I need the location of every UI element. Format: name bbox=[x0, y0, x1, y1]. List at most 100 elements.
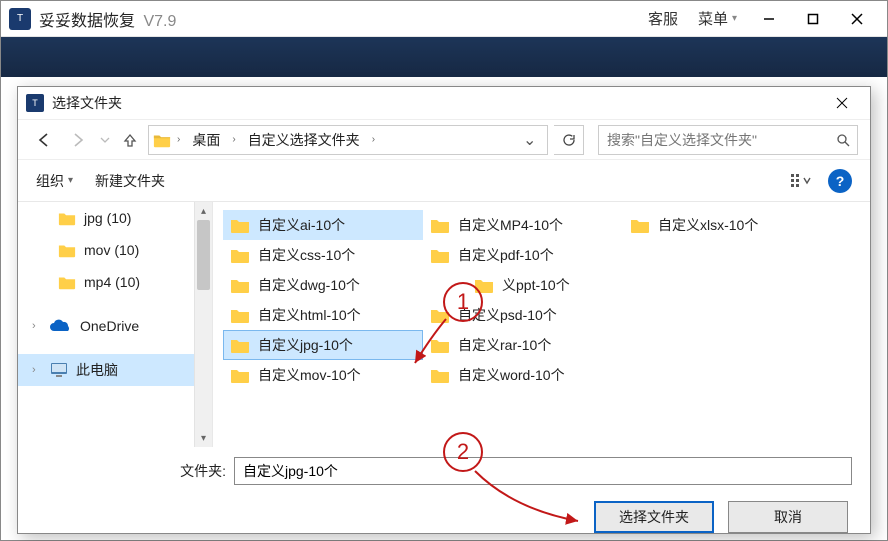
close-button[interactable] bbox=[835, 1, 879, 37]
cancel-label: 取消 bbox=[774, 507, 802, 527]
file-label: 自定义css-10个 bbox=[258, 245, 355, 265]
sidebar-scrollbar[interactable]: ▴ ▾ bbox=[194, 202, 212, 447]
search-box[interactable] bbox=[598, 125, 858, 155]
main-titlebar: T 妥妥数据恢复 V7.9 客服 菜单 ▾ bbox=[1, 1, 887, 37]
chevron-right-icon: › bbox=[175, 134, 182, 145]
nav-back-button[interactable] bbox=[30, 126, 58, 154]
file-label: 自定义mov-10个 bbox=[258, 365, 361, 385]
nav-forward-button[interactable] bbox=[64, 126, 92, 154]
file-label: 自定义word-10个 bbox=[458, 365, 565, 385]
cancel-button[interactable]: 取消 bbox=[728, 501, 848, 533]
folder-field-label: 文件夹: bbox=[36, 461, 226, 481]
dialog-title: 选择文件夹 bbox=[52, 93, 122, 113]
menu-main[interactable]: 菜单 ▾ bbox=[688, 8, 747, 29]
folder-item[interactable]: 自定义MP4-10个 bbox=[423, 210, 623, 240]
tree-item-thispc[interactable]: › 此电脑 bbox=[18, 354, 212, 386]
folder-item[interactable]: 自定义pdf-10个 bbox=[423, 240, 623, 270]
chevron-down-icon: ▾ bbox=[732, 13, 737, 24]
tree-item-mov[interactable]: mov (10) bbox=[18, 234, 212, 266]
app-logo-icon: T bbox=[9, 8, 31, 30]
chevron-right-icon: › bbox=[370, 134, 377, 145]
folder-item[interactable]: 自定义dwg-10个 bbox=[223, 270, 423, 300]
folder-icon bbox=[58, 209, 76, 227]
select-folder-button[interactable]: 选择文件夹 bbox=[594, 501, 714, 533]
file-label: 自定义xlsx-10个 bbox=[658, 215, 758, 235]
view-options-button[interactable] bbox=[784, 168, 818, 194]
dialog-icon: T bbox=[26, 94, 44, 112]
folder-item[interactable]: 自定义html-10个 bbox=[223, 300, 423, 330]
annotation-number: 2 bbox=[457, 439, 469, 465]
file-label: 自定义MP4-10个 bbox=[458, 215, 563, 235]
menu-service-label: 客服 bbox=[648, 8, 678, 29]
app-version: V7.9 bbox=[143, 13, 176, 30]
search-input[interactable] bbox=[599, 132, 829, 148]
folder-icon bbox=[430, 366, 450, 384]
folder-icon bbox=[58, 273, 76, 291]
folder-dialog: T 选择文件夹 › 桌面 › 自定义选择文件夹 › ⌄ 组织 ▾ 新建文件夹 bbox=[17, 86, 871, 534]
app-title: 妥妥数据恢复 V7.9 bbox=[39, 7, 176, 31]
folder-icon bbox=[230, 336, 250, 354]
refresh-button[interactable] bbox=[554, 125, 584, 155]
scroll-up-icon[interactable]: ▴ bbox=[195, 202, 212, 220]
navbar: › 桌面 › 自定义选择文件夹 › ⌄ bbox=[18, 119, 870, 159]
tree-expand-icon[interactable]: › bbox=[32, 320, 42, 332]
folder-icon bbox=[153, 131, 171, 149]
breadcrumb-current[interactable]: 自定义选择文件夹 bbox=[242, 128, 366, 152]
organize-menu[interactable]: 组织 ▾ bbox=[36, 171, 73, 191]
folder-icon bbox=[58, 241, 76, 259]
nav-up-button[interactable] bbox=[118, 128, 142, 152]
sidebar: jpg (10) mov (10) mp4 (10) › OneDrive bbox=[18, 202, 213, 447]
onedrive-icon bbox=[50, 319, 72, 333]
folder-icon bbox=[230, 276, 250, 294]
annotation-number: 1 bbox=[457, 289, 469, 315]
tree-item-mp4[interactable]: mp4 (10) bbox=[18, 266, 212, 298]
folder-name-input[interactable] bbox=[234, 457, 852, 485]
folder-item[interactable]: 自定义rar-10个 bbox=[423, 330, 623, 360]
address-dropdown-icon[interactable]: ⌄ bbox=[523, 130, 543, 150]
folder-item[interactable]: 自定义mov-10个 bbox=[223, 360, 423, 390]
file-label: 自定义dwg-10个 bbox=[258, 275, 360, 295]
folder-icon bbox=[430, 246, 450, 264]
annotation-callout-2: 2 bbox=[443, 432, 483, 472]
tree-label: OneDrive bbox=[80, 318, 139, 334]
annotation-callout-1: 1 bbox=[443, 282, 483, 322]
select-folder-label: 选择文件夹 bbox=[619, 507, 689, 527]
breadcrumb-desktop[interactable]: 桌面 bbox=[186, 128, 226, 152]
tree-item-jpg[interactable]: jpg (10) bbox=[18, 202, 212, 234]
folder-icon bbox=[230, 246, 250, 264]
file-label: 自定义rar-10个 bbox=[458, 335, 551, 355]
file-label: 自定义ai-10个 bbox=[258, 215, 345, 235]
folder-icon bbox=[430, 336, 450, 354]
maximize-button[interactable] bbox=[791, 1, 835, 37]
folder-icon bbox=[630, 216, 650, 234]
tree-expand-icon[interactable]: › bbox=[32, 364, 42, 376]
menu-service[interactable]: 客服 bbox=[638, 8, 688, 29]
scroll-thumb[interactable] bbox=[197, 220, 210, 290]
folder-item-selected[interactable]: 自定义jpg-10个 bbox=[223, 330, 423, 360]
scroll-down-icon[interactable]: ▾ bbox=[195, 429, 212, 447]
organize-label: 组织 bbox=[36, 171, 64, 191]
dialog-titlebar: T 选择文件夹 bbox=[18, 87, 870, 119]
file-pane: 自定义ai-10个 自定义css-10个 自定义dwg-10个 自定义html-… bbox=[213, 202, 870, 447]
folder-item[interactable]: 自定义css-10个 bbox=[223, 240, 423, 270]
file-label: 自定义jpg-10个 bbox=[258, 335, 353, 355]
address-bar[interactable]: › 桌面 › 自定义选择文件夹 › ⌄ bbox=[148, 125, 548, 155]
dialog-close-button[interactable] bbox=[822, 88, 862, 118]
search-icon[interactable] bbox=[829, 133, 857, 147]
chevron-down-icon: ▾ bbox=[68, 175, 73, 186]
folder-item[interactable]: 自定义word-10个 bbox=[423, 360, 623, 390]
tree-label: 此电脑 bbox=[76, 360, 118, 380]
main-content-dark bbox=[1, 37, 887, 77]
tree-item-onedrive[interactable]: › OneDrive bbox=[18, 310, 212, 342]
minimize-button[interactable] bbox=[747, 1, 791, 37]
folder-item[interactable]: 自定义ai-10个 bbox=[223, 210, 423, 240]
menu-main-label: 菜单 bbox=[698, 8, 728, 29]
tree-label: mp4 (10) bbox=[84, 274, 140, 290]
new-folder-button[interactable]: 新建文件夹 bbox=[95, 171, 165, 191]
nav-recent-dropdown[interactable] bbox=[98, 126, 112, 154]
file-label: 义ppt-10个 bbox=[502, 275, 570, 295]
toolbar: 组织 ▾ 新建文件夹 ? bbox=[18, 159, 870, 201]
folder-item[interactable]: 自定义xlsx-10个 bbox=[623, 210, 823, 240]
file-label: 自定义pdf-10个 bbox=[458, 245, 554, 265]
help-button[interactable]: ? bbox=[828, 169, 852, 193]
